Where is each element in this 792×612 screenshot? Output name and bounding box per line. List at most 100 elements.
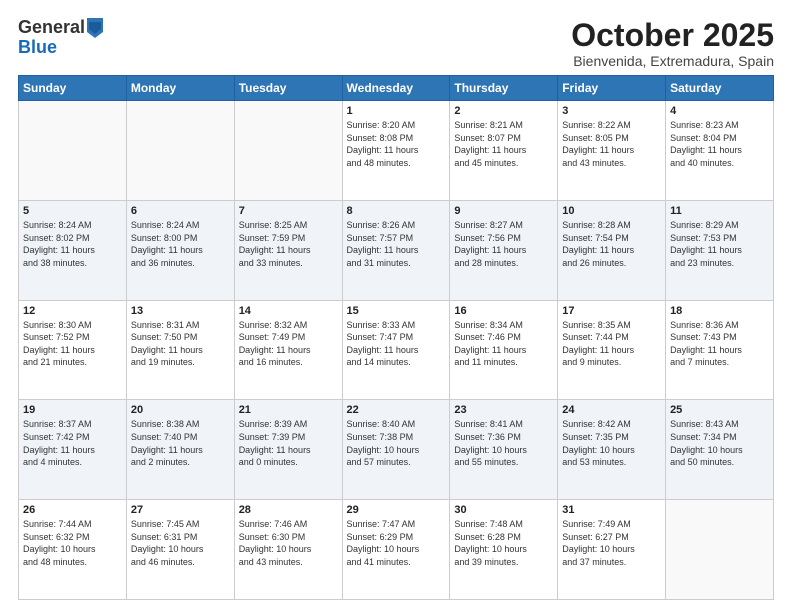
calendar-cell: 27Sunrise: 7:45 AM Sunset: 6:31 PM Dayli… xyxy=(126,500,234,600)
calendar-cell xyxy=(126,101,234,201)
col-friday: Friday xyxy=(558,76,666,101)
day-info: Sunrise: 8:27 AM Sunset: 7:56 PM Dayligh… xyxy=(454,219,553,269)
calendar-table: Sunday Monday Tuesday Wednesday Thursday… xyxy=(18,75,774,600)
logo-general: General xyxy=(18,18,85,38)
day-number: 29 xyxy=(347,504,446,516)
day-number: 25 xyxy=(670,404,769,416)
day-info: Sunrise: 8:31 AM Sunset: 7:50 PM Dayligh… xyxy=(131,319,230,369)
day-info: Sunrise: 8:32 AM Sunset: 7:49 PM Dayligh… xyxy=(239,319,338,369)
calendar-week-row: 1 Sunrise: 8:20 AM Sunset: 8:08 PM Daylig… xyxy=(19,101,774,201)
day-info: Sunrise: 8:24 AM Sunset: 8:02 PM Dayligh… xyxy=(23,219,122,269)
calendar-cell: 22Sunrise: 8:40 AM Sunset: 7:38 PM Dayli… xyxy=(342,400,450,500)
calendar-cell: 30 Sunrise: 7:48 AM Sunset: 6:28 PM Dayli… xyxy=(450,500,558,600)
day-number: 17 xyxy=(562,305,661,317)
day-number: 14 xyxy=(239,305,338,317)
day-number: 30 xyxy=(454,504,553,516)
calendar-cell: 19Sunrise: 8:37 AM Sunset: 7:42 PM Dayli… xyxy=(19,400,127,500)
day-number: 9 xyxy=(454,205,553,217)
logo-blue: Blue xyxy=(18,38,103,58)
day-info: Sunrise: 8:28 AM Sunset: 7:54 PM Dayligh… xyxy=(562,219,661,269)
calendar-cell: 16 Sunrise: 8:34 AM Sunset: 7:46 PM Dayli… xyxy=(450,300,558,400)
day-info: Sunrise: 8:22 AM Sunset: 8:05 PM Dayligh… xyxy=(562,119,661,169)
calendar-cell xyxy=(234,101,342,201)
calendar-week-row: 5 Sunrise: 8:24 AM Sunset: 8:02 PM Daylig… xyxy=(19,200,774,300)
title-block: October 2025 Bienvenida, Extremadura, Sp… xyxy=(571,18,774,69)
calendar-cell: 11Sunrise: 8:29 AM Sunset: 7:53 PM Dayli… xyxy=(666,200,774,300)
day-info: Sunrise: 8:36 AM Sunset: 7:43 PM Dayligh… xyxy=(670,319,769,369)
day-info: Sunrise: 8:35 AM Sunset: 7:44 PM Dayligh… xyxy=(562,319,661,369)
calendar-cell: 20 Sunrise: 8:38 AM Sunset: 7:40 PM Dayli… xyxy=(126,400,234,500)
calendar-cell: 29Sunrise: 7:47 AM Sunset: 6:29 PM Dayli… xyxy=(342,500,450,600)
day-info: Sunrise: 8:39 AM Sunset: 7:39 PM Dayligh… xyxy=(239,418,338,468)
calendar-cell: 23 Sunrise: 8:41 AM Sunset: 7:36 PM Dayli… xyxy=(450,400,558,500)
day-info: Sunrise: 7:48 AM Sunset: 6:28 PM Dayligh… xyxy=(454,518,553,568)
day-number: 23 xyxy=(454,404,553,416)
calendar-cell: 26Sunrise: 7:44 AM Sunset: 6:32 PM Dayli… xyxy=(19,500,127,600)
calendar-cell: 10 Sunrise: 8:28 AM Sunset: 7:54 PM Dayli… xyxy=(558,200,666,300)
logo-icon xyxy=(87,18,103,38)
day-info: Sunrise: 8:38 AM Sunset: 7:40 PM Dayligh… xyxy=(131,418,230,468)
day-info: Sunrise: 8:24 AM Sunset: 8:00 PM Dayligh… xyxy=(131,219,230,269)
day-info: Sunrise: 8:20 AM Sunset: 8:08 PM Dayligh… xyxy=(347,119,446,169)
day-number: 8 xyxy=(347,205,446,217)
calendar-week-row: 26Sunrise: 7:44 AM Sunset: 6:32 PM Dayli… xyxy=(19,500,774,600)
calendar-cell: 9 Sunrise: 8:27 AM Sunset: 7:56 PM Daylig… xyxy=(450,200,558,300)
day-number: 11 xyxy=(670,205,769,217)
day-number: 31 xyxy=(562,504,661,516)
day-number: 10 xyxy=(562,205,661,217)
day-info: Sunrise: 7:45 AM Sunset: 6:31 PM Dayligh… xyxy=(131,518,230,568)
calendar-cell: 1 Sunrise: 8:20 AM Sunset: 8:08 PM Daylig… xyxy=(342,101,450,201)
day-info: Sunrise: 8:43 AM Sunset: 7:34 PM Dayligh… xyxy=(670,418,769,468)
day-info: Sunrise: 7:46 AM Sunset: 6:30 PM Dayligh… xyxy=(239,518,338,568)
day-number: 15 xyxy=(347,305,446,317)
col-wednesday: Wednesday xyxy=(342,76,450,101)
calendar-cell: 18 Sunrise: 8:36 AM Sunset: 7:43 PM Dayli… xyxy=(666,300,774,400)
day-number: 4 xyxy=(670,105,769,117)
day-number: 13 xyxy=(131,305,230,317)
month-title: October 2025 xyxy=(571,18,774,53)
day-number: 1 xyxy=(347,105,446,117)
day-info: Sunrise: 7:49 AM Sunset: 6:27 PM Dayligh… xyxy=(562,518,661,568)
calendar-cell: 13 Sunrise: 8:31 AM Sunset: 7:50 PM Dayli… xyxy=(126,300,234,400)
day-number: 24 xyxy=(562,404,661,416)
calendar-cell xyxy=(19,101,127,201)
day-info: Sunrise: 8:37 AM Sunset: 7:42 PM Dayligh… xyxy=(23,418,122,468)
calendar-cell: 4 Sunrise: 8:23 AM Sunset: 8:04 PM Daylig… xyxy=(666,101,774,201)
day-number: 3 xyxy=(562,105,661,117)
calendar-cell: 2Sunrise: 8:21 AM Sunset: 8:07 PM Daylig… xyxy=(450,101,558,201)
day-info: Sunrise: 8:21 AM Sunset: 8:07 PM Dayligh… xyxy=(454,119,553,169)
calendar-cell xyxy=(666,500,774,600)
logo: General Blue xyxy=(18,18,103,58)
col-tuesday: Tuesday xyxy=(234,76,342,101)
day-number: 20 xyxy=(131,404,230,416)
day-info: Sunrise: 8:41 AM Sunset: 7:36 PM Dayligh… xyxy=(454,418,553,468)
col-monday: Monday xyxy=(126,76,234,101)
calendar-cell: 28 Sunrise: 7:46 AM Sunset: 6:30 PM Dayli… xyxy=(234,500,342,600)
page: General Blue October 2025 Bienvenida, Ex… xyxy=(0,0,792,612)
day-number: 5 xyxy=(23,205,122,217)
day-number: 6 xyxy=(131,205,230,217)
calendar-cell: 17 Sunrise: 8:35 AM Sunset: 7:44 PM Dayli… xyxy=(558,300,666,400)
col-saturday: Saturday xyxy=(666,76,774,101)
day-info: Sunrise: 8:40 AM Sunset: 7:38 PM Dayligh… xyxy=(347,418,446,468)
calendar-cell: 31 Sunrise: 7:49 AM Sunset: 6:27 PM Dayli… xyxy=(558,500,666,600)
calendar-cell: 24Sunrise: 8:42 AM Sunset: 7:35 PM Dayli… xyxy=(558,400,666,500)
calendar-week-row: 12Sunrise: 8:30 AM Sunset: 7:52 PM Dayli… xyxy=(19,300,774,400)
location-subtitle: Bienvenida, Extremadura, Spain xyxy=(571,53,774,69)
col-sunday: Sunday xyxy=(19,76,127,101)
calendar-cell: 3 Sunrise: 8:22 AM Sunset: 8:05 PM Daylig… xyxy=(558,101,666,201)
calendar-cell: 5 Sunrise: 8:24 AM Sunset: 8:02 PM Daylig… xyxy=(19,200,127,300)
day-number: 12 xyxy=(23,305,122,317)
calendar-header-row: Sunday Monday Tuesday Wednesday Thursday… xyxy=(19,76,774,101)
calendar-cell: 8Sunrise: 8:26 AM Sunset: 7:57 PM Daylig… xyxy=(342,200,450,300)
day-info: Sunrise: 8:23 AM Sunset: 8:04 PM Dayligh… xyxy=(670,119,769,169)
calendar-cell: 25 Sunrise: 8:43 AM Sunset: 7:34 PM Dayli… xyxy=(666,400,774,500)
header: General Blue October 2025 Bienvenida, Ex… xyxy=(18,18,774,69)
day-number: 18 xyxy=(670,305,769,317)
day-number: 16 xyxy=(454,305,553,317)
calendar-week-row: 19Sunrise: 8:37 AM Sunset: 7:42 PM Dayli… xyxy=(19,400,774,500)
calendar-cell: 7Sunrise: 8:25 AM Sunset: 7:59 PM Daylig… xyxy=(234,200,342,300)
day-info: Sunrise: 8:34 AM Sunset: 7:46 PM Dayligh… xyxy=(454,319,553,369)
calendar-cell: 15Sunrise: 8:33 AM Sunset: 7:47 PM Dayli… xyxy=(342,300,450,400)
day-number: 28 xyxy=(239,504,338,516)
